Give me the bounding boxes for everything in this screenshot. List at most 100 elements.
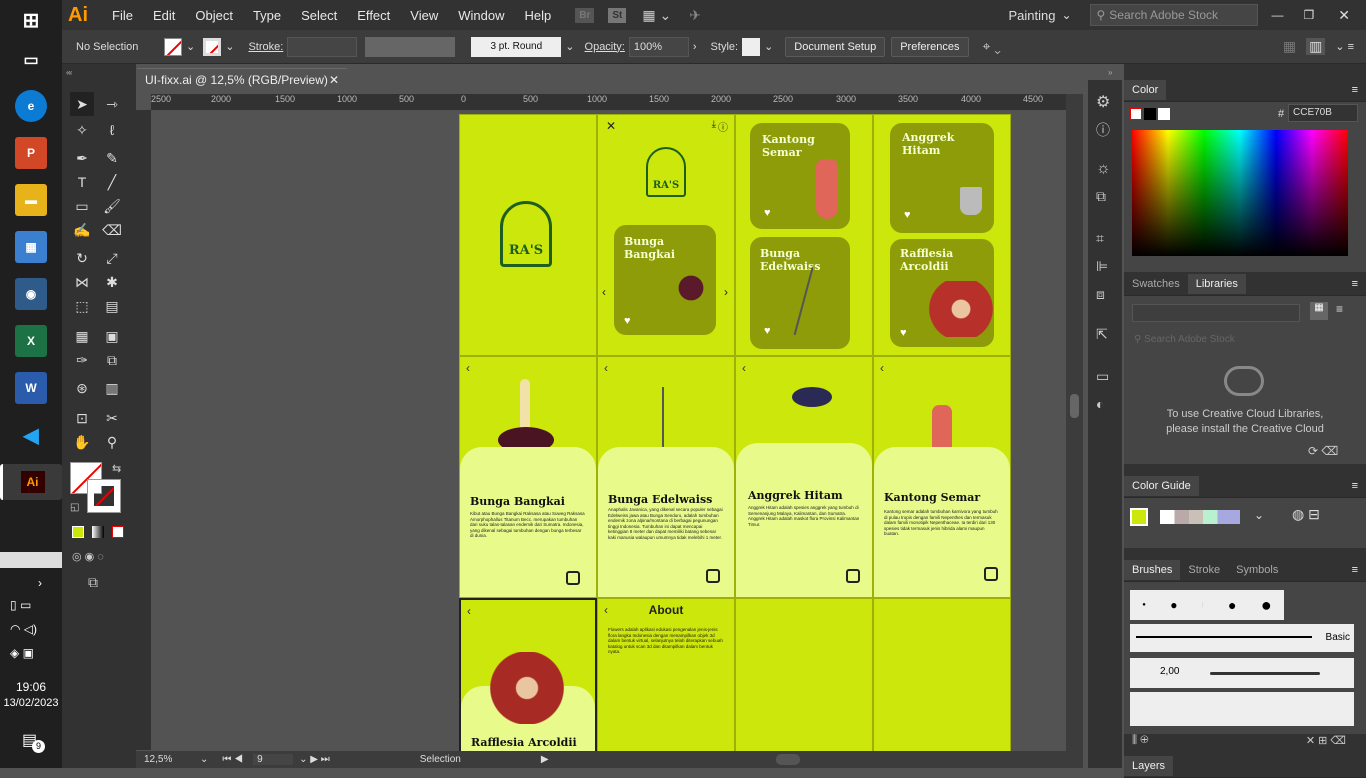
- base-color-swatch[interactable]: [1130, 508, 1148, 526]
- horizontal-scroll-thumb[interactable]: [776, 754, 800, 765]
- chevron-down-icon[interactable]: ⌄: [225, 40, 234, 53]
- variable-width-profile[interactable]: [365, 36, 456, 57]
- vertical-scrollbar[interactable]: [1066, 94, 1083, 751]
- fill-swatch[interactable]: [164, 37, 182, 56]
- heart-icon[interactable]: ♥: [624, 315, 631, 327]
- document-setup-button[interactable]: Document Setup: [785, 36, 886, 57]
- stroke-weight-input[interactable]: [287, 36, 358, 57]
- heart-icon[interactable]: ♥: [764, 207, 771, 219]
- control-panel-icon[interactable]: ▦: [15, 231, 47, 263]
- color-tab[interactable]: Color: [1124, 79, 1167, 100]
- chevron-right-icon[interactable]: ›: [38, 576, 42, 590]
- workspace-switcher[interactable]: Painting: [1008, 8, 1055, 23]
- card-bunga-bangkai[interactable]: Bunga Bangkai ♥: [614, 225, 716, 335]
- rectangle-tool-icon[interactable]: ▭: [70, 194, 94, 218]
- graph-tool-icon[interactable]: ▥: [100, 376, 124, 400]
- menu-type[interactable]: Type: [243, 8, 291, 23]
- first-artboard-icon[interactable]: ⏮ ◀: [222, 754, 243, 765]
- collapse-left-icon[interactable]: «: [66, 68, 70, 77]
- artboard-home-2[interactable]: Kantong Semar ♥ Bunga Edelwaiss ♥: [735, 114, 873, 356]
- artboard-detail-anggrek[interactable]: ‹ Anggrek Hitam Anggrek Hitam adalah spe…: [735, 356, 873, 598]
- library-select[interactable]: [1132, 304, 1300, 322]
- edge-icon[interactable]: e: [15, 90, 47, 122]
- panel-menu-icon[interactable]: ≡: [1352, 564, 1358, 576]
- color-spectrum[interactable]: [1132, 130, 1348, 256]
- sync-icon[interactable]: ⟳ ⌫: [1308, 444, 1338, 458]
- gradient-tool-icon[interactable]: ▣: [100, 324, 124, 348]
- ar-scan-icon[interactable]: [984, 567, 998, 581]
- heart-icon[interactable]: ♥: [900, 327, 907, 339]
- align-icon[interactable]: ⊫: [1096, 258, 1108, 275]
- arrange-documents-icon[interactable]: ▦ ⌄: [642, 7, 671, 24]
- artboard-detail-kantong[interactable]: ‹ Kantong Semar Kantong semar adalah tum…: [873, 356, 1011, 598]
- card-bunga-edelwaiss[interactable]: Bunga Edelwaiss ♥: [750, 237, 851, 349]
- align-icon[interactable]: ▥: [1306, 38, 1326, 55]
- stroke-label[interactable]: Stroke:: [248, 41, 283, 53]
- card-anggrek-hitam[interactable]: Anggrek Hitam ♥: [890, 123, 994, 233]
- chevron-down-icon[interactable]: ⌄: [1061, 8, 1071, 22]
- ar-scan-icon[interactable]: [846, 569, 860, 583]
- word-icon[interactable]: W: [15, 372, 47, 404]
- menu-window[interactable]: Window: [448, 8, 514, 23]
- task-view-icon[interactable]: ▭: [15, 44, 47, 76]
- eyedropper-tool-icon[interactable]: ✑: [70, 348, 94, 372]
- menu-object[interactable]: Object: [185, 8, 243, 23]
- maximize-button[interactable]: ❐: [1304, 8, 1315, 22]
- default-colors-icon[interactable]: ◱: [70, 502, 79, 513]
- color-guide-tab[interactable]: Color Guide: [1124, 475, 1199, 496]
- black-swatch[interactable]: [1144, 108, 1156, 120]
- swap-colors-icon[interactable]: ⇆: [112, 462, 121, 475]
- artboard-detail-edelwaiss[interactable]: ‹ Bunga Edelwaiss Anaphalis Javanica, ya…: [597, 356, 735, 598]
- scale-tool-icon[interactable]: ⤢: [100, 246, 124, 270]
- hand-tool-icon[interactable]: ✋: [70, 430, 94, 454]
- stock-button[interactable]: St: [608, 7, 627, 23]
- perspective-grid-icon[interactable]: ▤: [100, 294, 124, 318]
- back-arrow-icon[interactable]: ‹: [467, 604, 471, 618]
- stroke-color-box[interactable]: [87, 479, 121, 513]
- artboard-detail-rafflesia[interactable]: ‹ Rafflesia Arcoldii: [459, 598, 597, 751]
- width-tool-icon[interactable]: ⋈: [70, 270, 94, 294]
- pathfinder-icon[interactable]: ⧈: [1096, 286, 1105, 303]
- menu-select[interactable]: Select: [291, 8, 347, 23]
- list-view-icon[interactable]: ≡: [1336, 302, 1343, 316]
- panel-menu-icon[interactable]: ⌄ ≡: [1335, 40, 1354, 53]
- symbol-sprayer-icon[interactable]: ⊛: [70, 376, 94, 400]
- libraries-tab[interactable]: Libraries: [1187, 273, 1246, 294]
- preferences-button[interactable]: Preferences: [891, 36, 969, 57]
- puppet-warp-icon[interactable]: ✱: [100, 270, 124, 294]
- bridge-button[interactable]: Br: [575, 7, 595, 23]
- type-tool-icon[interactable]: T: [70, 170, 94, 194]
- chevron-down-icon[interactable]: ⌄: [565, 40, 574, 53]
- hex-input[interactable]: CCE70B: [1288, 104, 1358, 122]
- powerpoint-icon[interactable]: P: [15, 137, 47, 169]
- zoom-tool-icon[interactable]: ⚲: [100, 430, 124, 454]
- document-tab[interactable]: UI-fixx.ai @ 12,5% (RGB/Preview) ✕: [137, 68, 347, 91]
- opacity-label[interactable]: Opacity:: [585, 41, 625, 53]
- color-mode-icon[interactable]: [72, 526, 84, 538]
- none-mode-icon[interactable]: [112, 526, 124, 538]
- brush-library-icon[interactable]: ⫼ ⊕: [1132, 734, 1149, 746]
- card-kantong-semar[interactable]: Kantong Semar ♥: [750, 123, 850, 229]
- next-artboard-icon[interactable]: ⌄ ▶ ⏭: [299, 754, 330, 765]
- draw-mode-icon[interactable]: ◎ ◉ ◌: [72, 550, 104, 563]
- chevron-down-icon[interactable]: ⌄: [186, 40, 195, 53]
- arrange-icon[interactable]: ▦: [1283, 38, 1296, 55]
- zoom-level[interactable]: 12,5%: [144, 754, 190, 765]
- opacity-input[interactable]: 100%: [628, 36, 689, 57]
- artboard-tool-icon[interactable]: ⊡: [70, 406, 94, 430]
- mesh-tool-icon[interactable]: ▦: [70, 324, 94, 348]
- minimize-button[interactable]: —: [1272, 8, 1284, 22]
- status-menu-icon[interactable]: ▶: [541, 754, 549, 765]
- chevron-down-icon[interactable]: ⌄: [764, 40, 773, 53]
- swatches-tab[interactable]: Swatches: [1124, 274, 1188, 294]
- artboard-empty-2[interactable]: [873, 598, 1011, 751]
- brush-definition[interactable]: 3 pt. Round: [471, 36, 562, 57]
- free-transform-icon[interactable]: ⬚: [70, 294, 94, 318]
- back-arrow-icon[interactable]: ‹: [742, 361, 746, 375]
- chevron-right-icon[interactable]: ›: [693, 41, 697, 53]
- calligraphic-brush[interactable]: 2,00: [1130, 658, 1354, 688]
- back-arrow-icon[interactable]: ‹: [466, 361, 470, 375]
- artboard-empty-1[interactable]: [735, 598, 873, 751]
- appearance-icon[interactable]: ☼: [1096, 160, 1111, 178]
- blend-tool-icon[interactable]: ⧉: [100, 348, 124, 372]
